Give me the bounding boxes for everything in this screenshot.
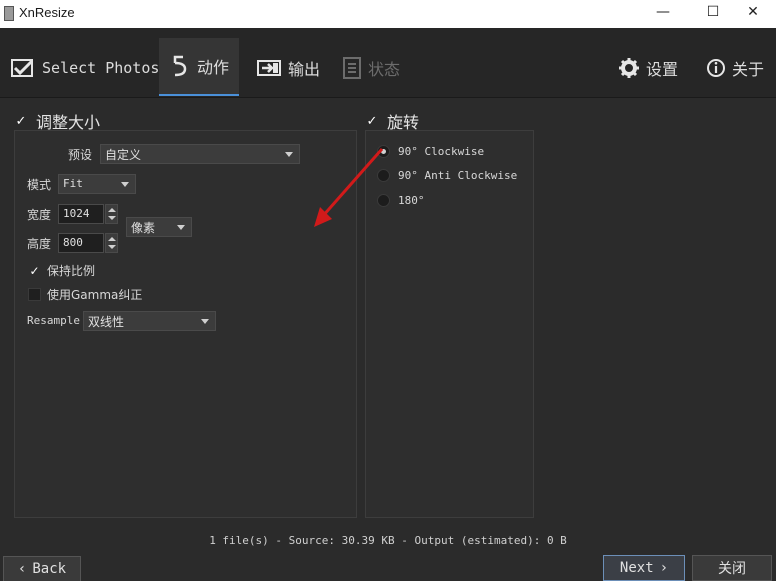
list-icon (342, 56, 362, 80)
width-label: 宽度 (27, 208, 52, 222)
tab-label: 状态 (368, 60, 401, 79)
settings-label: 设置 (646, 60, 679, 79)
checkbox-check-icon[interactable]: ✓ (28, 264, 41, 277)
unit-select[interactable]: 像素 (126, 217, 192, 237)
tab-actions[interactable]: 动作 (159, 38, 239, 96)
close-button[interactable]: 关闭 (692, 555, 772, 581)
mode-select[interactable]: Fit (58, 174, 136, 194)
preset-label: 预设 (68, 148, 93, 162)
app-icon (4, 6, 14, 21)
annotation-arrow-icon (314, 148, 384, 227)
close-window-button[interactable]: ✕ (730, 0, 776, 26)
gamma-label: 使用Gamma纠正 (47, 288, 143, 302)
rotate-option-label: 90° Clockwise (398, 145, 485, 158)
title-bar: XnResize — ☐ ✕ (0, 0, 776, 28)
about-label: 关于 (732, 60, 765, 79)
resize-enable-checkbox[interactable]: ✓ (14, 114, 28, 128)
unit-value: 像素 (131, 221, 156, 235)
chevron-down-icon (177, 225, 185, 230)
info-icon (706, 58, 726, 78)
width-input[interactable]: 1024 (58, 204, 104, 224)
rotate-option-label: 90° Anti Clockwise (398, 169, 518, 182)
image-check-icon (10, 57, 36, 79)
mode-label: 模式 (27, 178, 52, 192)
checkbox-box[interactable] (28, 288, 41, 301)
output-icon (256, 58, 282, 78)
stepper-down-icon[interactable] (108, 245, 116, 249)
chevron-down-icon (285, 152, 293, 157)
about-button[interactable]: 关于 (700, 40, 770, 96)
settings-button[interactable]: 设置 (612, 40, 684, 96)
tab-status[interactable]: 状态 (336, 40, 406, 96)
rotate-enable-checkbox[interactable]: ✓ (365, 114, 379, 128)
close-label: 关闭 (718, 561, 746, 577)
gear-icon (618, 57, 640, 79)
chevron-down-icon (201, 319, 209, 324)
chevron-left-icon: ‹ (17, 561, 27, 577)
tab-label: Select Photos (42, 59, 160, 77)
chevron-down-icon (121, 182, 129, 187)
height-stepper[interactable] (105, 233, 118, 253)
tab-output[interactable]: 输出 (250, 40, 326, 96)
height-input[interactable]: 800 (58, 233, 104, 253)
rotate-option-90-ccw[interactable]: 90° Anti Clockwise (377, 169, 517, 182)
rotate-option-90-cw[interactable]: 90° Clockwise (377, 145, 484, 158)
minimize-button[interactable]: — (640, 0, 686, 26)
stepper-up-icon[interactable] (108, 208, 116, 212)
next-button[interactable]: Next › (603, 555, 685, 581)
toolbar: Select Photos 动作 输出 状态 设置 关于 (0, 28, 776, 98)
preset-value: 自定义 (105, 148, 142, 162)
tab-select-photos[interactable]: Select Photos (4, 40, 165, 96)
rotate-panel (365, 130, 534, 518)
stepper-down-icon[interactable] (108, 216, 116, 220)
preset-select[interactable]: 自定义 (100, 144, 300, 164)
status-text: 1 file(s) - Source: 30.39 KB - Output (e… (209, 534, 567, 547)
keep-ratio-checkbox[interactable]: ✓ 保持比例 (28, 262, 95, 279)
rotate-option-label: 180° (398, 194, 425, 207)
tab-label: 输出 (288, 60, 321, 79)
width-stepper[interactable] (105, 204, 118, 224)
resample-value: 双线性 (88, 315, 125, 329)
height-label: 高度 (27, 237, 52, 251)
mode-value: Fit (63, 177, 83, 190)
window-title: XnResize (19, 5, 75, 20)
action-arrow-icon (169, 54, 191, 78)
back-button[interactable]: ‹ Back (3, 556, 81, 581)
tab-label: 动作 (196, 58, 229, 77)
gamma-checkbox[interactable]: 使用Gamma纠正 (28, 286, 142, 303)
resample-label: Resample (27, 314, 80, 327)
stepper-up-icon[interactable] (108, 237, 116, 241)
back-label: Back (32, 561, 67, 577)
chevron-right-icon: › (659, 560, 669, 576)
keep-ratio-label: 保持比例 (47, 264, 96, 278)
resample-select[interactable]: 双线性 (83, 311, 216, 331)
next-label: Next (619, 560, 654, 576)
